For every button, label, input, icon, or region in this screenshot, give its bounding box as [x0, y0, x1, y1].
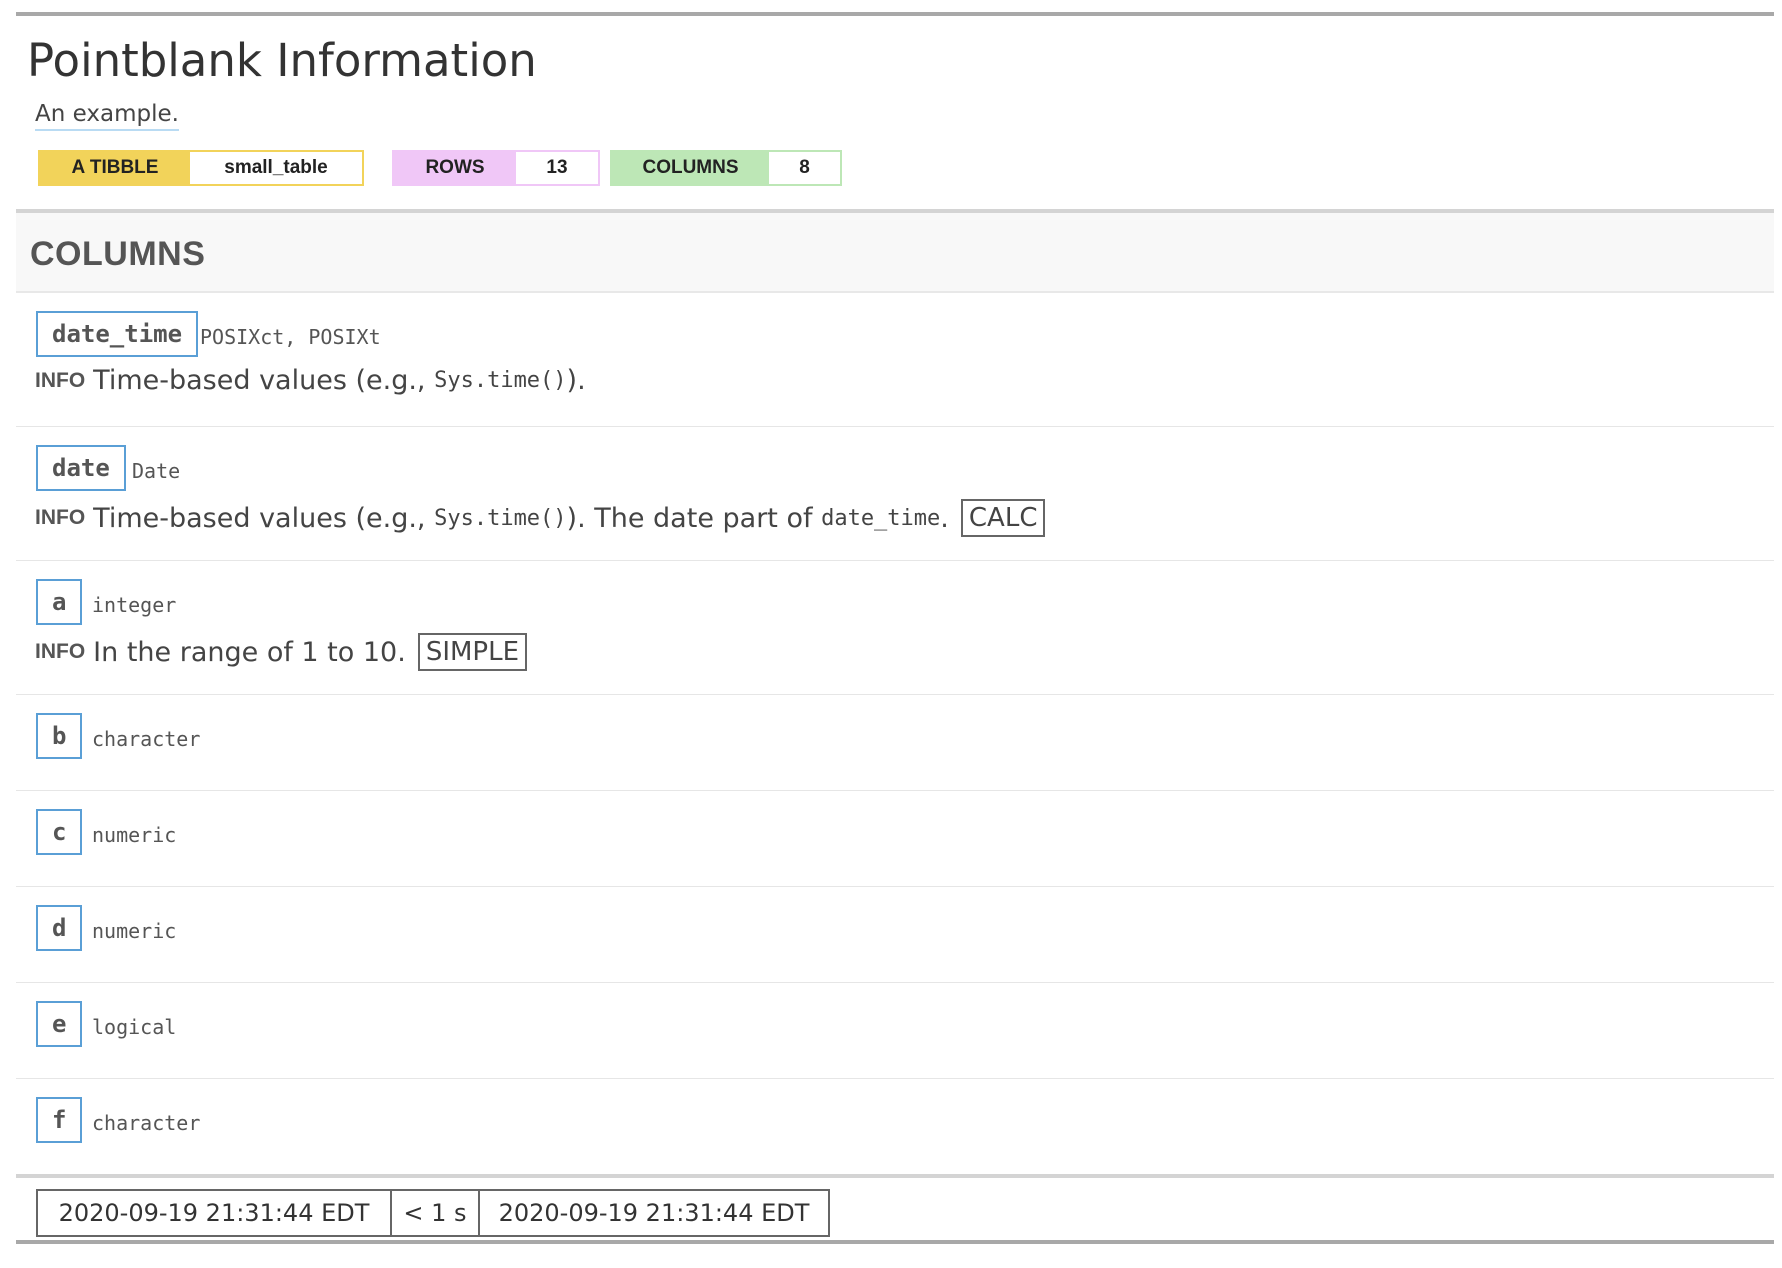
column-type: Date — [132, 459, 181, 483]
column-row: b character — [16, 695, 1774, 791]
column-type: numeric — [92, 919, 177, 943]
calc-tag: CALC — [960, 499, 1046, 537]
column-name: b — [36, 713, 83, 759]
info-label: INFO — [35, 506, 86, 529]
column-name: f — [36, 1097, 83, 1143]
column-info: INFO In the range of 1 to 10. SIMPLE — [35, 633, 528, 671]
column-type: character — [92, 1111, 201, 1135]
column-row: e logical — [16, 983, 1774, 1079]
info-text: Time-based values (e.g., — [93, 502, 435, 534]
column-name: date_time — [36, 311, 199, 357]
footer: 2020-09-19 21:31:44 EDT < 1 s 2020-09-19… — [16, 1178, 1774, 1240]
column-row: date Date INFO Time-based values (e.g., … — [16, 427, 1774, 561]
tibble-badge: A TIBBLE small_table — [38, 150, 364, 186]
info-label: INFO — [35, 368, 86, 392]
info-code: Sys.time() — [434, 505, 567, 531]
tibble-badge-label: A TIBBLE — [40, 152, 190, 184]
column-row: a integer INFO In the range of 1 to 10. … — [16, 561, 1774, 695]
info-text: ). — [566, 365, 586, 396]
columns-badge-value: 8 — [769, 152, 840, 184]
end-time: 2020-09-19 21:31:44 EDT — [498, 1199, 810, 1227]
simple-tag: SIMPLE — [417, 633, 528, 671]
start-time: 2020-09-19 21:31:44 EDT — [38, 1191, 392, 1235]
section-title: COLUMNS — [30, 235, 206, 273]
column-type: numeric — [92, 823, 177, 847]
page-title: Pointblank Information — [27, 34, 537, 87]
rows-badge-label: ROWS — [394, 152, 516, 184]
column-row: c numeric — [16, 791, 1774, 887]
column-name: d — [36, 905, 83, 951]
column-type: logical — [92, 1015, 177, 1039]
timing-box: 2020-09-19 21:31:44 EDT < 1 s 2020-09-19… — [36, 1189, 830, 1237]
tibble-badge-value: small_table — [190, 152, 362, 184]
column-row: f character — [16, 1079, 1774, 1174]
report: Pointblank Information An example. A TIB… — [16, 12, 1774, 1244]
info-text: . — [940, 502, 949, 534]
column-info: INFO Time-based values (e.g., Sys.time()… — [35, 499, 1046, 537]
info-text: Time-based values (e.g., — [93, 365, 435, 396]
column-type: character — [92, 727, 201, 751]
info-text: ). The date part of — [566, 502, 822, 534]
column-name: e — [36, 1001, 83, 1047]
column-row: d numeric — [16, 887, 1774, 983]
info-code: Sys.time() — [434, 368, 567, 393]
column-type: integer — [92, 593, 177, 617]
duration: < 1 s — [392, 1191, 480, 1235]
rows-badge: ROWS 13 — [392, 150, 600, 186]
page-subtitle: An example. — [35, 101, 179, 131]
info-label: INFO — [35, 640, 86, 663]
section-header: COLUMNS — [16, 213, 1774, 293]
column-row: date_time POSIXct, POSIXt INFO Time-base… — [16, 293, 1774, 427]
bottom-rule — [16, 1240, 1774, 1244]
header: Pointblank Information An example. A TIB… — [16, 16, 1774, 209]
column-info: INFO Time-based values (e.g., Sys.time()… — [35, 365, 586, 396]
rows-badge-value: 13 — [516, 152, 598, 184]
column-name: date — [36, 445, 126, 491]
column-type: POSIXct, POSIXt — [200, 325, 381, 349]
columns-badge: COLUMNS 8 — [610, 150, 842, 186]
info-text: In the range of 1 to 10. — [93, 636, 406, 668]
info-code: date_time — [821, 505, 941, 531]
columns-badge-label: COLUMNS — [612, 152, 769, 184]
column-name: c — [36, 809, 83, 855]
column-name: a — [36, 579, 83, 625]
